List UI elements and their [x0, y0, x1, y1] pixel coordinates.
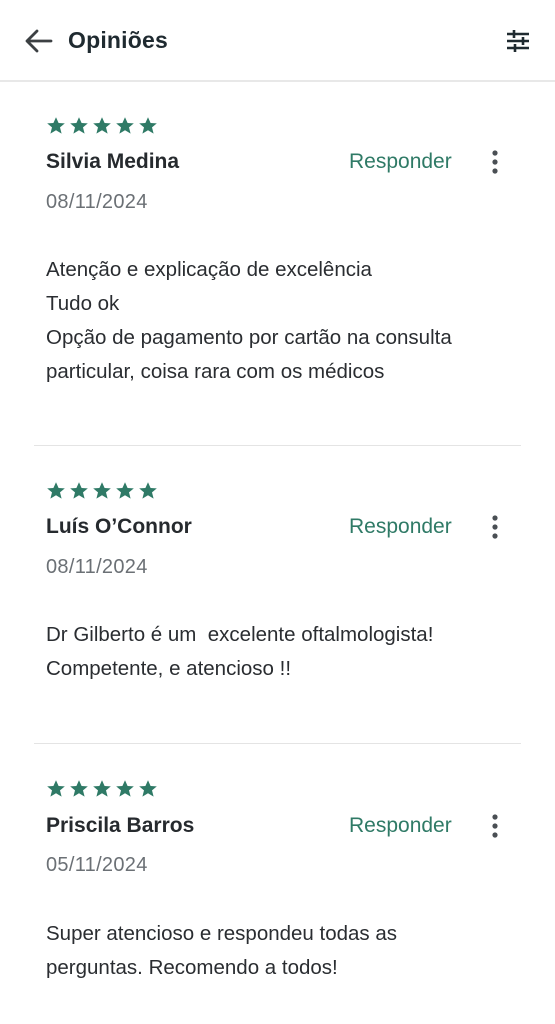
review-text: Super atencioso e respondeu todas as per… [46, 917, 516, 985]
star-rating [46, 116, 158, 136]
more-vert-icon [492, 515, 498, 539]
page-title: Opiniões [68, 27, 169, 53]
star-icon [139, 117, 157, 134]
sliders-icon [507, 30, 529, 52]
review-line: Tudo ok [46, 292, 120, 315]
star-icon [139, 482, 157, 499]
star-icon [47, 117, 65, 134]
back-button[interactable] [22, 24, 56, 58]
review-author: Silvia Medina [46, 150, 180, 173]
star-icon [47, 482, 65, 499]
star-icon [116, 780, 134, 797]
reply-button[interactable]: Responder [349, 150, 452, 174]
review-author: Priscila Barros [46, 814, 195, 837]
star-icon [93, 780, 111, 797]
review-line: Atenção e explicação de excelência [46, 258, 372, 281]
star-icon [116, 117, 134, 134]
star-icon [116, 482, 134, 499]
star-rating [46, 481, 158, 501]
review-date: 05/11/2024 [46, 854, 148, 876]
app-bar: Opiniões [0, 0, 555, 82]
star-icon [93, 117, 111, 134]
review-date: 08/11/2024 [46, 191, 148, 213]
star-icon [139, 780, 157, 797]
more-vert-icon [492, 150, 498, 174]
star-rating [46, 779, 158, 799]
review-line: perguntas. Recomendo a todos! [46, 956, 338, 979]
star-icon [93, 482, 111, 499]
star-icon [70, 117, 88, 134]
reply-button[interactable]: Responder [349, 814, 452, 838]
review-text: Dr Gilberto é um excelente oftalmologist… [46, 618, 516, 686]
review-line: Dr Gilberto é um excelente oftalmologist… [46, 623, 434, 646]
more-vert-icon [492, 814, 498, 838]
review-text: Atenção e explicação de excelência Tudo … [46, 253, 516, 389]
star-icon [70, 482, 88, 499]
more-options-button[interactable] [482, 811, 508, 841]
star-icon [47, 780, 65, 797]
arrow-left-icon [25, 29, 53, 53]
review-date: 08/11/2024 [46, 556, 148, 578]
review-line: Competente, e atencioso !! [46, 657, 292, 680]
review-line: Super atencioso e respondeu todas as [46, 922, 398, 945]
more-options-button[interactable] [482, 147, 508, 177]
star-icon [70, 780, 88, 797]
review-line: Opção de pagamento por cartão na consult… [46, 326, 452, 349]
divider [34, 445, 521, 446]
review-line: particular, coisa rara com os médicos [46, 360, 385, 383]
filter-button[interactable] [501, 24, 535, 58]
review-author: Luís O’Connor [46, 515, 192, 538]
more-options-button[interactable] [482, 512, 508, 542]
divider [34, 743, 521, 744]
reply-button[interactable]: Responder [349, 515, 452, 539]
